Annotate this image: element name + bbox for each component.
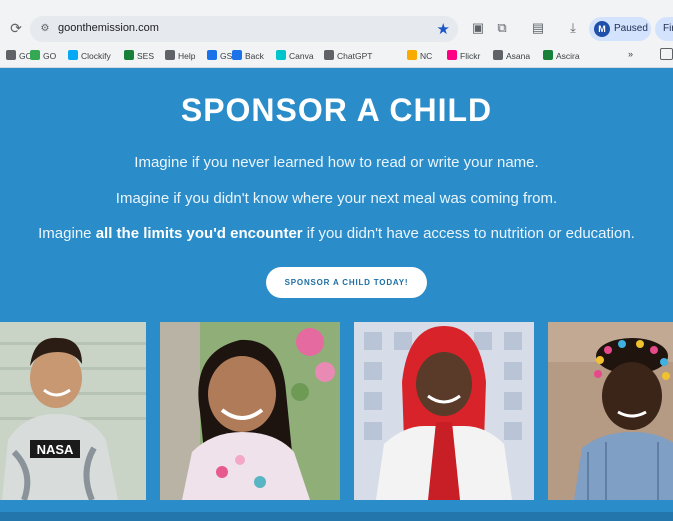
bookmark-label: ChatGPT bbox=[337, 51, 373, 61]
bookmark-label: Help bbox=[178, 51, 196, 61]
bookmark-label: Flickr bbox=[460, 51, 481, 61]
extension-icon[interactable]: ▣ bbox=[470, 20, 486, 36]
bookmark-go[interactable]: GO bbox=[6, 49, 32, 63]
bottom-shadow bbox=[0, 512, 673, 521]
bookmark-label: NC bbox=[420, 51, 433, 61]
bookmark-ses[interactable]: SES bbox=[124, 49, 154, 63]
bookmark-favicon-icon bbox=[68, 50, 78, 60]
child-photo-girl-pink-shirt[interactable] bbox=[160, 322, 340, 500]
bookmark-favicon-icon bbox=[407, 50, 417, 60]
bookmark-flickr[interactable]: Flickr bbox=[447, 49, 480, 63]
bookmark-gs[interactable]: GS bbox=[207, 49, 232, 63]
download-icon[interactable]: ⤓ bbox=[565, 20, 581, 36]
bookmark-clockify[interactable]: Clockify bbox=[68, 49, 111, 63]
bookmark-chatgpt[interactable]: ChatGPT bbox=[324, 49, 372, 63]
extra-toolbar-button[interactable]: Fir bbox=[655, 17, 673, 41]
browser-toolbar: ⟳ ⚙ goonthemission.com ★ ▣ ⧉ ▤ ⤓ M Pause… bbox=[0, 14, 673, 44]
imagine-line-3-pre: Imagine bbox=[38, 225, 96, 242]
avatar: M bbox=[594, 21, 610, 37]
child-photo-boy-nasa-shirt[interactable]: NASA bbox=[0, 322, 146, 500]
bookmark-favicon-icon bbox=[276, 50, 286, 60]
bookmark-label: Ascira bbox=[556, 51, 580, 61]
tab-search-icon[interactable]: ▤ bbox=[530, 20, 546, 36]
bookmark-canva[interactable]: Canva bbox=[276, 49, 314, 63]
folder-icon[interactable] bbox=[660, 48, 673, 60]
sponsor-child-button[interactable]: SPONSOR A CHILD TODAY! bbox=[266, 267, 427, 298]
page-title: SPONSOR A CHILD bbox=[180, 92, 493, 128]
site-info-icon[interactable]: ⚙ bbox=[38, 22, 52, 36]
bookmark-favicon-icon bbox=[30, 50, 40, 60]
bookmark-asana[interactable]: Asana bbox=[493, 49, 530, 63]
browser-chrome: ⟳ ⚙ goonthemission.com ★ ▣ ⧉ ▤ ⤓ M Pause… bbox=[0, 0, 673, 68]
bookmark-label: SES bbox=[137, 51, 155, 61]
bookmark-go[interactable]: GO bbox=[30, 49, 56, 63]
bookmark-label: Back bbox=[245, 51, 264, 61]
puzzle-icon[interactable]: ⧉ bbox=[494, 20, 510, 36]
address-bar[interactable]: ⚙ goonthemission.com ★ bbox=[30, 16, 458, 42]
imagine-line-1: Imagine if you never learned how to read… bbox=[134, 154, 539, 171]
child-photo-girl-red-scarf[interactable] bbox=[354, 322, 534, 500]
bookmark-label: GO bbox=[43, 51, 57, 61]
bookmark-label: Asana bbox=[506, 51, 531, 61]
bookmarks-overflow-button[interactable]: » bbox=[628, 49, 633, 59]
reload-icon[interactable]: ⟳ bbox=[8, 20, 24, 36]
bookmark-favicon-icon bbox=[447, 50, 457, 60]
bookmark-ascira[interactable]: Ascira bbox=[543, 49, 580, 63]
bookmark-favicon-icon bbox=[232, 50, 242, 60]
bookmark-favicon-icon bbox=[207, 50, 217, 60]
imagine-line-3-post: if you didn't have access to nutrition o… bbox=[302, 225, 635, 242]
bookmark-star-icon[interactable]: ★ bbox=[437, 20, 450, 38]
bookmark-nc[interactable]: NC bbox=[407, 49, 432, 63]
bookmark-help[interactable]: Help bbox=[165, 49, 195, 63]
imagine-line-2: Imagine if you didn't know where your ne… bbox=[115, 190, 558, 207]
bookmark-favicon-icon bbox=[6, 50, 16, 60]
bookmarks-bar: GO GO Clockify SES Help GS Back Canva ChatGPT NC F… bbox=[0, 46, 673, 66]
shirt-text: NASA bbox=[37, 442, 74, 457]
imagine-line-3: Imagine all the limits you'd encounter i… bbox=[0, 225, 673, 242]
bookmark-back[interactable]: Back bbox=[232, 49, 264, 63]
sponsor-hero-section: SPONSOR A CHILD Imagine if you never lea… bbox=[0, 68, 673, 521]
bookmark-favicon-icon bbox=[165, 50, 175, 60]
bookmark-favicon-icon bbox=[124, 50, 134, 60]
address-url[interactable]: goonthemission.com bbox=[58, 22, 159, 34]
profile-status: Paused bbox=[614, 23, 648, 34]
bookmark-label: Clockify bbox=[81, 51, 111, 61]
bookmark-favicon-icon bbox=[324, 50, 334, 60]
imagine-line-3-bold: all the limits you'd encounter bbox=[95, 225, 303, 242]
bookmark-favicon-icon bbox=[493, 50, 503, 60]
bookmark-label: Canva bbox=[289, 51, 314, 61]
bookmark-favicon-icon bbox=[543, 50, 553, 60]
bookmark-label: GS bbox=[220, 51, 233, 61]
profile-button[interactable]: M Paused bbox=[589, 17, 651, 41]
child-photo-girl-beaded-hair[interactable] bbox=[548, 322, 673, 500]
